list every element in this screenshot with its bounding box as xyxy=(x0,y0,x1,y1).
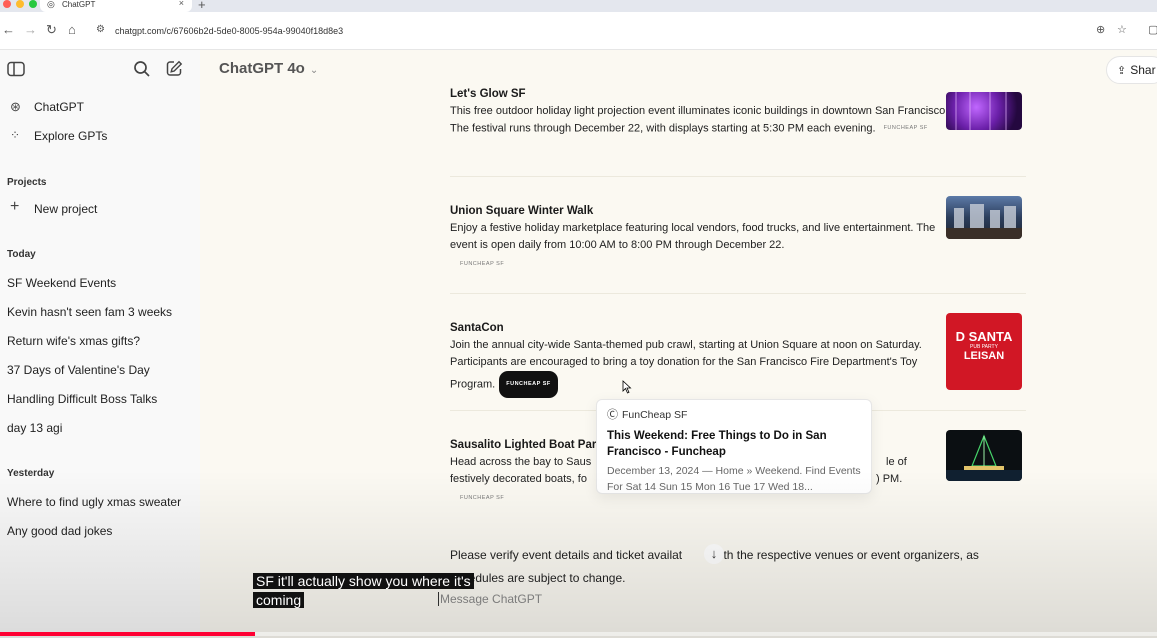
tab-title: ChatGPT xyxy=(62,0,96,9)
site-settings-icon[interactable]: ⚙ xyxy=(96,24,105,35)
popover-snippet: December 13, 2024 — Home » Weekend. Find… xyxy=(607,465,861,493)
chat-history-item[interactable]: Handling Difficult Boss Talks xyxy=(7,392,157,406)
event-title: Union Square Winter Walk xyxy=(450,205,594,217)
event-item: SantaCon Join the annual city-wide Santa… xyxy=(450,322,950,398)
maximize-window-button[interactable] xyxy=(29,0,37,8)
event-description-text-end: le of xyxy=(886,456,907,468)
search-icon[interactable] xyxy=(133,60,151,78)
today-heading: Today xyxy=(7,249,36,260)
chevron-down-icon: ⌄ xyxy=(309,65,319,76)
santa-poster-line3: LEISAN xyxy=(963,350,1005,362)
event-item: Union Square Winter Walk Enjoy a festive… xyxy=(450,205,950,272)
event-description-text-end: ) PM. xyxy=(876,473,903,485)
closing-note-a: Please verify event details and ticket a… xyxy=(450,548,683,562)
sidebar: ⊛ ChatGPT ⁘ Explore GPTs Projects + New … xyxy=(0,50,200,638)
event-image-santacon[interactable]: D SANTA PUB PARTY LEISAN xyxy=(946,313,1022,390)
chat-history-item[interactable]: Kevin hasn't seen fam 3 weeks xyxy=(7,305,172,319)
home-icon[interactable]: ⌂ xyxy=(68,23,76,37)
event-image-union-square[interactable] xyxy=(946,196,1022,239)
chat-history-item[interactable]: Return wife's xmas gifts? xyxy=(7,334,140,348)
video-progress-fill xyxy=(0,632,255,636)
new-tab-button[interactable]: + xyxy=(198,0,206,12)
minimize-window-button[interactable] xyxy=(16,0,24,8)
divider xyxy=(450,176,1026,177)
santa-poster-line1: D SANTA xyxy=(955,329,1013,344)
event-description: Join the annual city-wide Santa-themed p… xyxy=(450,337,950,398)
model-selector[interactable]: ChatGPT 4o ⌄ xyxy=(219,60,318,77)
citation-popover[interactable]: Ⓒ FunCheap SF This Weekend: Free Things t… xyxy=(596,399,872,494)
source-citation[interactable]: FUNCHEAP SF xyxy=(460,261,504,267)
chat-history-item[interactable]: day 13 agi xyxy=(7,421,62,435)
event-description: This free outdoor holiday light projecti… xyxy=(450,103,950,137)
closing-note: Please verify event details and ticket a… xyxy=(450,544,1040,590)
mouse-cursor-icon xyxy=(622,380,632,394)
zoom-icon[interactable]: ⊕ xyxy=(1096,23,1105,37)
share-icon: ⇪ xyxy=(1117,65,1127,77)
new-chat-icon[interactable] xyxy=(166,60,183,77)
arrow-down-icon: ↓ xyxy=(710,546,718,561)
bookmark-star-icon[interactable]: ☆ xyxy=(1117,23,1127,37)
reload-icon[interactable]: ↻ xyxy=(46,23,57,37)
event-image-boat-parade[interactable] xyxy=(946,430,1022,481)
plus-icon: + xyxy=(10,198,20,215)
event-description-text: festively decorated boats, fo xyxy=(450,473,587,485)
popover-source: Ⓒ FunCheap SF xyxy=(607,406,861,422)
source-citation-active[interactable]: FUNCHEAP SF xyxy=(499,371,558,398)
grid-icon: ⁘ xyxy=(10,128,21,142)
new-project-label: New project xyxy=(34,202,98,216)
scroll-down-button[interactable]: ↓ xyxy=(704,544,724,564)
sidebar-item-label: ChatGPT xyxy=(34,100,85,114)
source-logo-icon: Ⓒ xyxy=(607,409,618,421)
chatgpt-logo-icon: ⊛ xyxy=(10,99,21,114)
event-title: Let's Glow SF xyxy=(450,88,526,100)
chat-history-item[interactable]: 37 Days of Valentine's Day xyxy=(7,363,150,377)
url-field[interactable]: chatgpt.com/c/67606b2d-5de0-8005-954a-99… xyxy=(115,26,343,36)
sidebar-toggle-icon[interactable] xyxy=(7,61,25,77)
close-window-button[interactable] xyxy=(3,0,11,8)
share-button[interactable]: ⇪ Shar xyxy=(1106,56,1157,84)
video-caption: SF it'll actually show you where it's co… xyxy=(253,572,495,610)
event-item: Let's Glow SF This free outdoor holiday … xyxy=(450,88,950,137)
address-bar: ← → ↻ ⌂ ⚙ chatgpt.com/c/67606b2d-5de0-80… xyxy=(0,12,1157,50)
sidebar-item-label: Explore GPTs xyxy=(34,129,108,143)
close-tab-icon[interactable]: × xyxy=(179,0,184,8)
closing-note-b: with the respective venues or event orga… xyxy=(712,548,979,562)
chatgpt-favicon-icon: ◎ xyxy=(47,0,55,9)
divider xyxy=(450,293,1026,294)
chat-history-item[interactable]: SF Weekend Events xyxy=(7,276,116,290)
event-description-text: This free outdoor holiday light projecti… xyxy=(450,105,949,135)
model-name: ChatGPT 4o xyxy=(219,60,305,77)
popover-source-name: FunCheap SF xyxy=(622,409,688,421)
event-description-text: Head across the bay to Saus xyxy=(450,456,592,468)
popover-title[interactable]: This Weekend: Free Things to Do in San F… xyxy=(607,428,861,460)
chat-history-item[interactable]: Any good dad jokes xyxy=(7,524,112,538)
browser-tabstrip: ◎ ChatGPT × + xyxy=(0,0,1157,12)
back-arrow-icon[interactable]: ← xyxy=(2,23,15,37)
forward-arrow-icon[interactable]: → xyxy=(24,23,37,37)
share-label: Shar xyxy=(1130,63,1156,77)
event-image-lights[interactable] xyxy=(946,92,1022,130)
source-citation[interactable]: FUNCHEAP SF xyxy=(884,120,928,137)
source-citation[interactable]: FUNCHEAP SF xyxy=(460,495,504,501)
projects-heading: Projects xyxy=(7,177,47,188)
browser-tab[interactable]: ◎ ChatGPT × xyxy=(40,0,192,12)
event-title: SantaCon xyxy=(450,322,504,334)
yesterday-heading: Yesterday xyxy=(7,468,55,479)
caption-text: SF it'll actually show you where it's co… xyxy=(253,573,474,608)
chat-history-item[interactable]: Where to find ugly xmas sweater xyxy=(7,495,181,509)
extension-icon[interactable]: ▢ xyxy=(1148,23,1157,37)
event-description: Enjoy a festive holiday marketplace feat… xyxy=(450,222,936,251)
